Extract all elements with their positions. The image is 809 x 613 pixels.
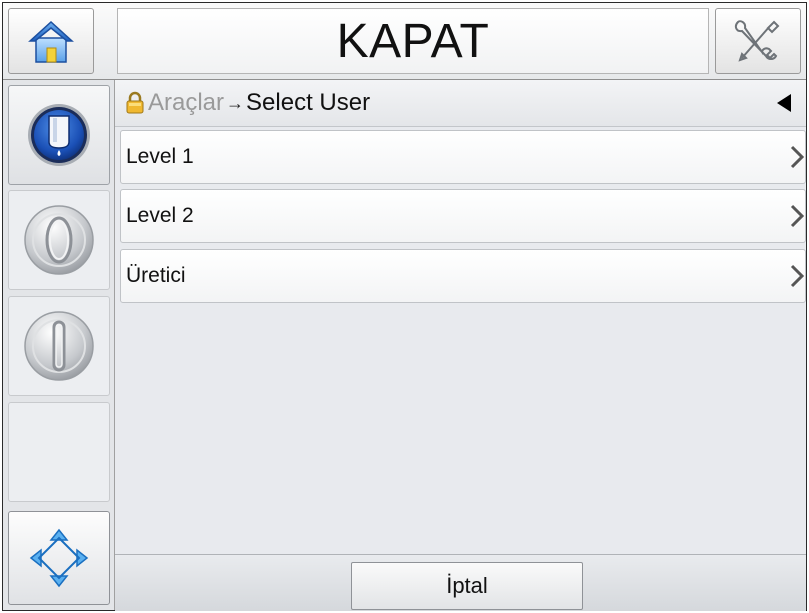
menu-item-level-2[interactable]: Level 2 xyxy=(120,189,806,243)
menu-item-uretici[interactable]: Üretici xyxy=(120,249,806,303)
menu-item-label: Level 2 xyxy=(126,204,194,227)
breadcrumb-parent[interactable]: Araçlar xyxy=(148,89,224,117)
navigation-button[interactable] xyxy=(8,511,110,605)
cancel-button[interactable]: İptal xyxy=(351,562,583,610)
breadcrumb-current: Select User xyxy=(246,89,371,116)
start-jet-icon xyxy=(24,205,94,275)
chevron-right-icon xyxy=(789,203,805,235)
breadcrumb-separator: → xyxy=(226,92,245,113)
stop-jet-button[interactable] xyxy=(8,296,110,396)
main-panel: Araçlar → Select User Level 1 Level 2 Ür… xyxy=(115,80,806,610)
breadcrumb: Araçlar → Select User xyxy=(115,80,806,127)
ink-cartridge-button[interactable] xyxy=(8,85,110,185)
chevron-right-icon xyxy=(789,263,805,295)
menu-item-label: Üretici xyxy=(126,264,186,287)
tools-icon xyxy=(734,20,780,62)
start-jet-button[interactable] xyxy=(8,190,110,290)
header-bar: KAPAT xyxy=(3,3,806,80)
ink-cartridge-icon xyxy=(28,104,90,166)
tools-button[interactable] xyxy=(715,8,801,74)
lock-icon xyxy=(125,91,145,115)
navigation-arrows-icon xyxy=(29,528,89,588)
menu-item-level-1[interactable]: Level 1 xyxy=(120,130,806,184)
page-title: KAPAT xyxy=(117,8,709,74)
empty-sidebar-slot xyxy=(8,402,110,502)
footer-bar: İptal xyxy=(115,554,806,611)
back-arrow-icon[interactable] xyxy=(776,92,792,120)
chevron-right-icon xyxy=(789,144,805,176)
home-icon xyxy=(28,20,74,63)
sidebar xyxy=(3,80,115,610)
screen-frame: KAPAT Araçlar → Select User Level 1 Leve… xyxy=(2,2,807,611)
home-button[interactable] xyxy=(8,8,94,74)
menu-item-label: Level 1 xyxy=(126,145,194,168)
stop-jet-icon xyxy=(24,311,94,381)
